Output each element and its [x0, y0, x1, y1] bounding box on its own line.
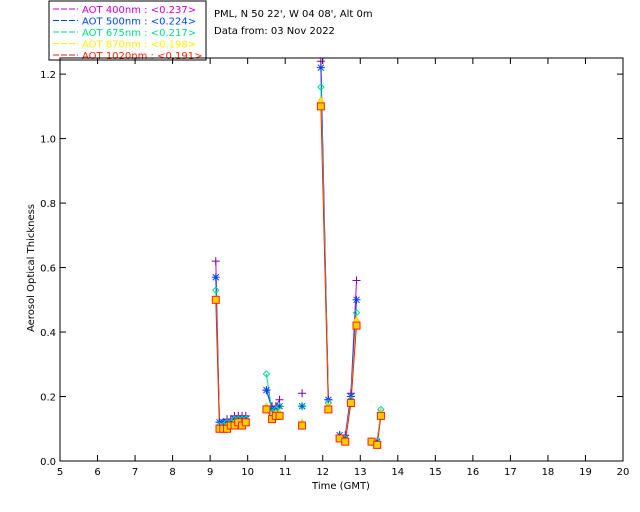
y-tick-label: 0.8: [40, 199, 56, 210]
legend-entry: AOT 675nm : <0.217>: [82, 28, 196, 39]
x-tick-label: 19: [579, 467, 592, 478]
data-point: [341, 437, 350, 446]
x-tick-label: 7: [132, 467, 138, 478]
legend-entry: AOT 500nm : <0.224>: [82, 17, 196, 28]
data-point: [346, 398, 355, 407]
data-point: [352, 321, 361, 330]
y-tick-label: 0.0: [40, 457, 56, 468]
y-axis-label: Aerosol Optical Thickness: [26, 204, 37, 332]
x-tick-label: 18: [542, 467, 555, 478]
legend-entry: AOT 870nm : <0.198>: [82, 40, 196, 51]
y-tick-label: 0.2: [40, 393, 56, 404]
x-tick-label: 16: [466, 467, 479, 478]
legend: AOT 400nm : <0.237>AOT 500nm : <0.224>AO…: [48, 0, 207, 62]
y-tick-label: 0.6: [40, 264, 56, 275]
y-tick-label: 1.2: [40, 70, 56, 81]
y-tick-label: 1.0: [40, 135, 56, 146]
station-info: PML, N 50 22', W 04 08', Alt 0m: [214, 9, 373, 20]
data-point: [298, 421, 307, 430]
data-point: [316, 102, 325, 111]
x-tick-label: 20: [617, 467, 630, 478]
data-point: [352, 295, 361, 304]
data-point: [316, 63, 325, 72]
data-point: [376, 411, 385, 420]
date-info: Data from: 03 Nov 2022: [214, 26, 335, 37]
aot-chart: AOT 400nm : <0.237>AOT 500nm : <0.224>AO…: [0, 0, 640, 512]
data-point: [262, 386, 271, 395]
legend-entry: AOT 400nm : <0.237>: [82, 5, 196, 16]
y-tick-label: 0.4: [40, 328, 56, 339]
data-point: [262, 405, 271, 414]
data-point: [373, 440, 382, 449]
x-tick-label: 11: [279, 467, 292, 478]
x-tick-label: 15: [429, 467, 442, 478]
data-point: [324, 405, 333, 414]
x-axis-label: Time (GMT): [311, 481, 370, 492]
x-tick-label: 9: [207, 467, 213, 478]
data-point: [241, 418, 250, 427]
data-point: [211, 295, 220, 304]
x-tick-label: 12: [316, 467, 329, 478]
x-tick-label: 14: [391, 467, 404, 478]
x-tick-label: 13: [354, 467, 367, 478]
x-tick-label: 8: [169, 467, 175, 478]
x-tick-label: 5: [57, 467, 63, 478]
x-tick-label: 6: [94, 467, 100, 478]
x-tick-label: 10: [241, 467, 254, 478]
data-point: [211, 273, 220, 282]
legend-entry: AOT 1020nm : <0.191>: [82, 51, 202, 62]
data-point: [275, 411, 284, 420]
x-tick-label: 17: [504, 467, 517, 478]
